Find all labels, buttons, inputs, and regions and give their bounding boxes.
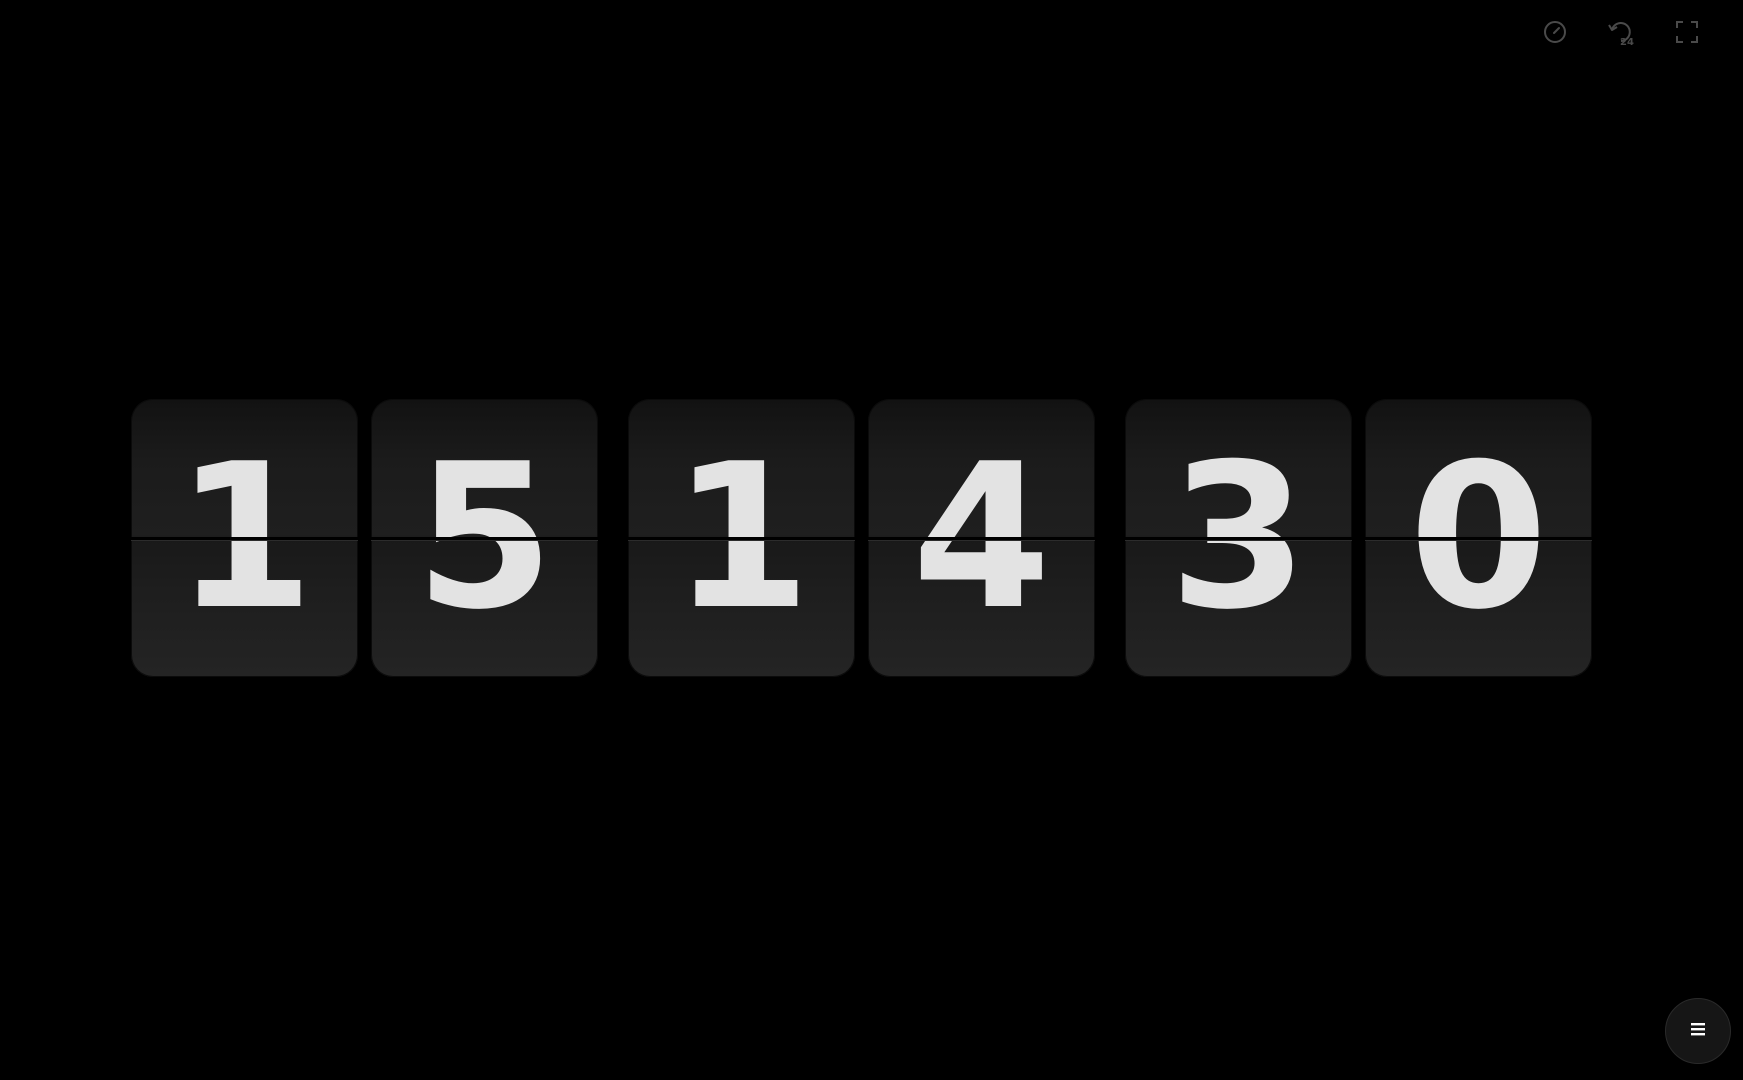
top-toolbar: 24 (1483, 14, 1743, 50)
second-ones-card: 0 (1365, 399, 1592, 677)
fullscreen-icon (1674, 19, 1700, 45)
toggle-badge-text: 24 (1620, 37, 1634, 47)
second-tens-card: 3 (1125, 399, 1352, 677)
hour-ones-card: 5 (371, 399, 598, 677)
card-split-line (1365, 537, 1592, 541)
card-split-line (371, 537, 598, 541)
toggle-24-hour-button[interactable]: 24 (1603, 14, 1639, 50)
card-split-line (1125, 537, 1352, 541)
hamburger-menu-icon (1689, 1021, 1707, 1041)
card-split-line (868, 537, 1095, 541)
flip-clock: 1 5 1 4 3 0 (131, 399, 1592, 678)
minute-tens-card: 1 (628, 399, 855, 677)
minute-ones-card: 4 (868, 399, 1095, 677)
card-split-line (628, 537, 855, 541)
fullscreen-button[interactable] (1669, 14, 1705, 50)
24-hour-toggle-icon: 24 (1606, 17, 1636, 47)
speedometer-icon (1542, 19, 1568, 45)
hour-tens-card: 1 (131, 399, 358, 677)
menu-button[interactable] (1665, 998, 1731, 1064)
card-split-line (131, 537, 358, 541)
speed-button[interactable] (1537, 14, 1573, 50)
